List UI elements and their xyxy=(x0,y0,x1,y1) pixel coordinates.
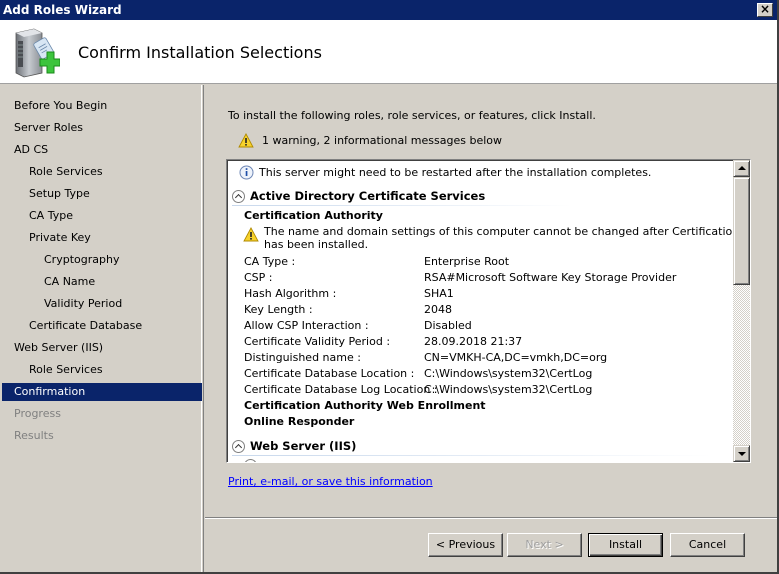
add-roles-wizard-window: Add Roles Wizard × Confirm Installation … xyxy=(0,0,779,574)
subsection-ca-web-enrollment: Certification Authority Web Enrollment xyxy=(244,399,486,412)
cancel-button[interactable]: Cancel xyxy=(670,533,745,557)
details-viewport: This server might need to be restarted a… xyxy=(227,160,734,462)
prop-value: 2048 xyxy=(424,303,452,316)
prop-value: C:\Windows\system32\CertLog xyxy=(424,367,593,380)
subsection-certification-authority: Certification Authority xyxy=(244,209,383,222)
warning-icon xyxy=(238,133,254,148)
prop-value: RSA#Microsoft Software Key Storage Provi… xyxy=(424,271,677,284)
step-server-roles[interactable]: Server Roles xyxy=(2,119,202,137)
step-ca-name[interactable]: CA Name xyxy=(2,273,202,291)
step-setup-type[interactable]: Setup Type xyxy=(2,185,202,203)
ca-warning-line1: The name and domain settings of this com… xyxy=(264,225,734,238)
step-before-you-begin[interactable]: Before You Begin xyxy=(2,97,202,115)
warning-icon xyxy=(243,227,259,242)
scrollbar-thumb[interactable] xyxy=(733,177,750,285)
step-confirmation[interactable]: Confirmation xyxy=(2,383,202,401)
close-button[interactable]: × xyxy=(757,3,773,17)
ca-warning-line2: has been installed. xyxy=(264,238,369,251)
wizard-steps-sidebar: Before You Begin Server Roles AD CS Role… xyxy=(0,85,202,572)
arrow-up-icon xyxy=(738,166,746,170)
prop-label: Key Length : xyxy=(244,303,313,316)
prop-value: CN=VMKH-CA,DC=vmkh,DC=org xyxy=(424,351,608,364)
title-bar: Add Roles Wizard × xyxy=(0,0,777,20)
scroll-up-button[interactable] xyxy=(733,160,750,177)
confirmation-details-list[interactable]: This server might need to be restarted a… xyxy=(226,159,751,463)
step-certificate-database[interactable]: Certificate Database xyxy=(2,317,202,335)
info-icon xyxy=(239,165,254,180)
confirmation-content: To install the following roles, role ser… xyxy=(205,85,777,517)
intro-text: To install the following roles, role ser… xyxy=(228,109,596,122)
button-bar-divider xyxy=(205,517,777,519)
step-iis-role-services[interactable]: Role Services xyxy=(2,361,202,379)
prop-value: C:\Windows\system32\CertLog xyxy=(424,383,593,396)
prop-label: Certificate Validity Period : xyxy=(244,335,391,348)
prop-label: Certificate Database Location : xyxy=(244,367,415,380)
vertical-scrollbar[interactable] xyxy=(733,160,750,462)
prop-label: Hash Algorithm : xyxy=(244,287,337,300)
print-email-save-link[interactable]: Print, e-mail, or save this information xyxy=(228,475,433,488)
step-validity-period[interactable]: Validity Period xyxy=(2,295,202,313)
prop-value: 28.09.2018 21:37 xyxy=(424,335,523,348)
step-adcs-role-services[interactable]: Role Services xyxy=(2,163,202,181)
section-adcs-title: Active Directory Certificate Services xyxy=(250,189,486,203)
step-progress: Progress xyxy=(14,407,61,420)
prop-label: Distinguished name : xyxy=(244,351,361,364)
page-title: Confirm Installation Selections xyxy=(78,43,322,62)
step-private-key[interactable]: Private Key xyxy=(2,229,202,247)
info-message: This server might need to be restarted a… xyxy=(259,166,652,179)
prop-value: Disabled xyxy=(424,319,472,332)
close-icon: × xyxy=(759,2,771,16)
prop-value: Enterprise Root xyxy=(424,255,510,268)
step-results: Results xyxy=(14,429,54,442)
section-divider xyxy=(232,455,712,456)
step-ca-type[interactable]: CA Type xyxy=(2,207,202,225)
scroll-down-button[interactable] xyxy=(733,445,750,462)
section-iis-title: Web Server (IIS) xyxy=(250,439,357,453)
prop-label: CSP : xyxy=(244,271,273,284)
prop-label: CA Type : xyxy=(244,255,296,268)
wizard-header: Confirm Installation Selections xyxy=(0,20,777,84)
window-title: Add Roles Wizard xyxy=(3,3,122,17)
prop-label: Certificate Database Log Location : xyxy=(244,383,438,396)
warning-summary-text: 1 warning, 2 informational messages belo… xyxy=(262,134,503,147)
prop-label: Allow CSP Interaction : xyxy=(244,319,369,332)
step-web-server-iis[interactable]: Web Server (IIS) xyxy=(2,339,202,357)
next-button: Next > xyxy=(507,533,582,557)
previous-button[interactable]: < Previous xyxy=(428,533,503,557)
collapse-adcs-chevron-icon[interactable] xyxy=(232,190,245,203)
server-add-role-icon xyxy=(15,28,60,78)
prop-value: SHA1 xyxy=(424,287,454,300)
subsection-online-responder: Online Responder xyxy=(244,415,355,428)
install-button[interactable]: Install xyxy=(588,533,663,557)
step-ad-cs[interactable]: AD CS xyxy=(2,141,202,159)
partially-visible-item-icon xyxy=(244,459,257,462)
collapse-iis-chevron-icon[interactable] xyxy=(232,440,245,453)
step-cryptography[interactable]: Cryptography xyxy=(2,251,202,269)
section-divider xyxy=(232,205,572,206)
arrow-down-icon xyxy=(738,452,746,456)
sidebar-divider xyxy=(203,85,204,572)
